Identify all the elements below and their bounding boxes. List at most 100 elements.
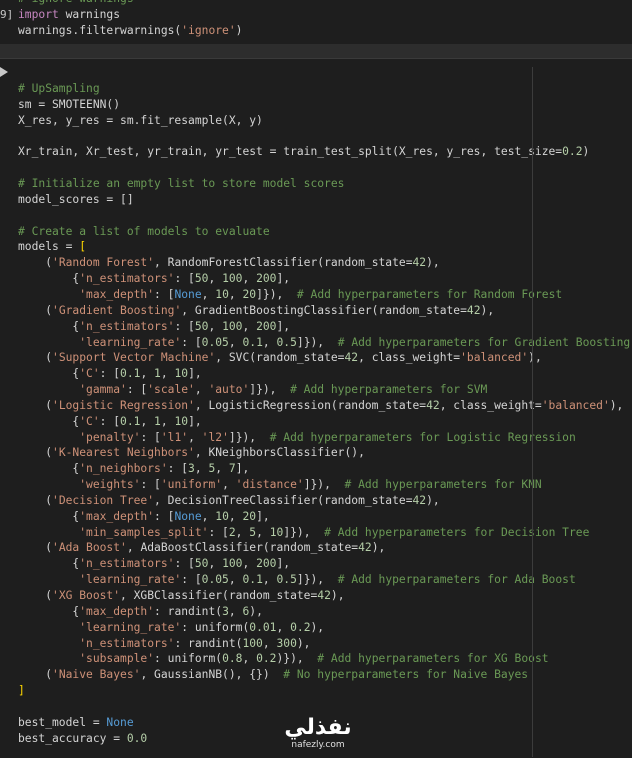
token-code-text: , bbox=[262, 335, 277, 349]
code-line: X_res, y_res = sm.fit_resample(X, y) bbox=[18, 114, 263, 127]
token-number: 10 bbox=[269, 525, 284, 539]
code-line: 'learning_rate': uniform(0.01, 0.2), bbox=[18, 621, 324, 634]
token-code-text: ), bbox=[426, 256, 440, 270]
token-code-text: , bbox=[140, 367, 155, 381]
token-number: 20 bbox=[242, 287, 257, 301]
token-code-text: { bbox=[18, 604, 80, 618]
code-line: models = [ bbox=[18, 240, 86, 253]
code-line: 'weights': ['uniform', 'distance']}), # … bbox=[18, 478, 542, 491]
code-cell-warnings[interactable]: 9] # ignore warnings import warnings war… bbox=[0, 0, 632, 44]
token-code-text: , LogisticRegression(random_state= bbox=[194, 398, 427, 412]
token-code-text: best_accuracy = bbox=[18, 731, 127, 745]
token-number: 0.2 bbox=[290, 620, 311, 634]
token-code-text: , bbox=[222, 478, 236, 492]
token-comment: # Initialize an empty list to store mode… bbox=[18, 177, 345, 191]
token-code-text bbox=[18, 652, 79, 665]
code-line: {'max_depth': [None, 10, 20], bbox=[18, 509, 269, 523]
code-line: # Initialize an empty list to store mode… bbox=[18, 177, 344, 190]
token-number: 0.2 bbox=[562, 145, 583, 159]
token-code-text: , KNeighborsClassifier(), bbox=[194, 446, 365, 460]
code-line: {'n_estimators': [50, 100, 200], bbox=[18, 320, 290, 333]
token-code-text: , bbox=[194, 462, 209, 476]
code-line: 'min_samples_split': [2, 5, 10]}), # Add… bbox=[18, 526, 589, 539]
token-code-text bbox=[18, 288, 79, 301]
token-string: 'penalty' bbox=[79, 430, 141, 444]
token-number: 0.0 bbox=[126, 731, 148, 745]
token-number: 3 bbox=[222, 604, 229, 618]
token-number: 300 bbox=[276, 636, 297, 650]
token-number: 0.1 bbox=[242, 335, 263, 349]
token-string: 'min_samples_split' bbox=[79, 525, 209, 539]
code-line: 'learning_rate': [0.05, 0.1, 0.5]}), # A… bbox=[18, 336, 630, 349]
token-code-text bbox=[18, 573, 79, 586]
token-code-text: : [ bbox=[126, 383, 148, 397]
token-string: 'ignore' bbox=[181, 23, 236, 37]
code-line: 'penalty': ['l1', 'l2']}), # Add hyperpa… bbox=[18, 431, 576, 444]
token-code-text: ), bbox=[310, 620, 325, 634]
token-string: 'max_depth' bbox=[79, 287, 155, 301]
token-string: 'n_neighbors' bbox=[79, 462, 168, 476]
token-number: 0.5 bbox=[276, 573, 297, 587]
token-number: 100 bbox=[222, 557, 243, 571]
token-string: 'n_estimators' bbox=[79, 319, 175, 333]
token-number: 42 bbox=[412, 493, 427, 507]
token-string: 'n_estimators' bbox=[79, 272, 175, 286]
token-code-text: , bbox=[215, 462, 229, 476]
token-code-text: ( bbox=[18, 351, 53, 365]
token-code-text: ]}), bbox=[228, 430, 270, 444]
token-comment: # ignore warnings bbox=[18, 0, 134, 5]
code-line: ('K-Nearest Neighbors', KNeighborsClassi… bbox=[18, 446, 365, 459]
token-code-text: : [ bbox=[154, 509, 175, 523]
token-comment: # Add hyperparameters for KNN bbox=[344, 478, 542, 492]
code-line: # ignore warnings bbox=[18, 0, 134, 5]
token-number: 200 bbox=[256, 319, 277, 333]
token-code-text bbox=[18, 336, 79, 349]
code-line: {'C': [0.1, 1, 10], bbox=[18, 415, 201, 428]
token-string: 'learning_rate' bbox=[79, 335, 182, 349]
token-code-text: : [ bbox=[99, 367, 121, 381]
run-cell-icon[interactable] bbox=[0, 67, 8, 77]
token-code-text bbox=[18, 431, 79, 444]
token-code-text: best_model = bbox=[18, 715, 107, 729]
token-code-text bbox=[18, 478, 79, 491]
token-code-text: ]}), bbox=[249, 383, 291, 397]
code-cell-models[interactable]: # UpSampling sm = SMOTEENN() X_res, y_re… bbox=[0, 58, 632, 758]
execution-count: 9] bbox=[0, 8, 14, 21]
token-number: 100 bbox=[242, 636, 263, 650]
token-code-text: warnings.filterwarnings( bbox=[18, 23, 182, 37]
token-code-text: ( bbox=[18, 493, 53, 507]
token-comment: # UpSampling bbox=[18, 82, 100, 95]
token-number: 50 bbox=[194, 272, 209, 286]
token-code-text: , bbox=[228, 335, 243, 349]
token-code-text: , bbox=[208, 557, 223, 571]
token-number: 0.1 bbox=[242, 573, 263, 587]
token-comment: # Add hyperparameters for Gradient Boost… bbox=[337, 335, 631, 349]
token-constant: None bbox=[174, 509, 202, 523]
code-editor[interactable]: # UpSampling sm = SMOTEENN() X_res, y_re… bbox=[18, 81, 630, 746]
token-string: 'Decision Tree' bbox=[52, 493, 155, 507]
code-editor[interactable]: # ignore warnings import warnings warnin… bbox=[18, 0, 242, 39]
token-code-text: : [ bbox=[167, 462, 189, 476]
token-code-text: , bbox=[262, 636, 277, 650]
token-code-text: )}), bbox=[276, 652, 318, 666]
token-string: 'l2' bbox=[201, 430, 229, 444]
token-code-text: ) bbox=[582, 145, 590, 159]
token-comment: # Add hyperparameters for Logistic Regre… bbox=[269, 430, 576, 444]
token-string: 'balanced' bbox=[460, 351, 529, 365]
token-string: 'gamma' bbox=[79, 383, 127, 397]
token-code-text: : uniform( bbox=[181, 620, 250, 634]
token-comment: # Add hyperparameters for XG Boost bbox=[317, 652, 549, 666]
token-code-text: { bbox=[18, 272, 80, 286]
token-code-text: ], bbox=[276, 319, 291, 333]
token-string: 'uniform' bbox=[160, 478, 223, 492]
token-string: 'C' bbox=[79, 367, 100, 381]
token-code-text: , DecisionTreeClassifier(random_state= bbox=[154, 493, 413, 507]
code-line: 'gamma': ['scale', 'auto']}), # Add hype… bbox=[18, 383, 487, 396]
token-code-text: : randint( bbox=[174, 636, 243, 650]
token-code-text: : [ bbox=[174, 319, 195, 333]
token-comment: # Add hyperparameters for SVM bbox=[290, 383, 488, 397]
token-code-text: models = bbox=[18, 240, 80, 254]
token-code-text: ( bbox=[18, 668, 53, 682]
token-string: 'weights' bbox=[79, 478, 141, 492]
token-code-text: ( bbox=[18, 398, 53, 412]
